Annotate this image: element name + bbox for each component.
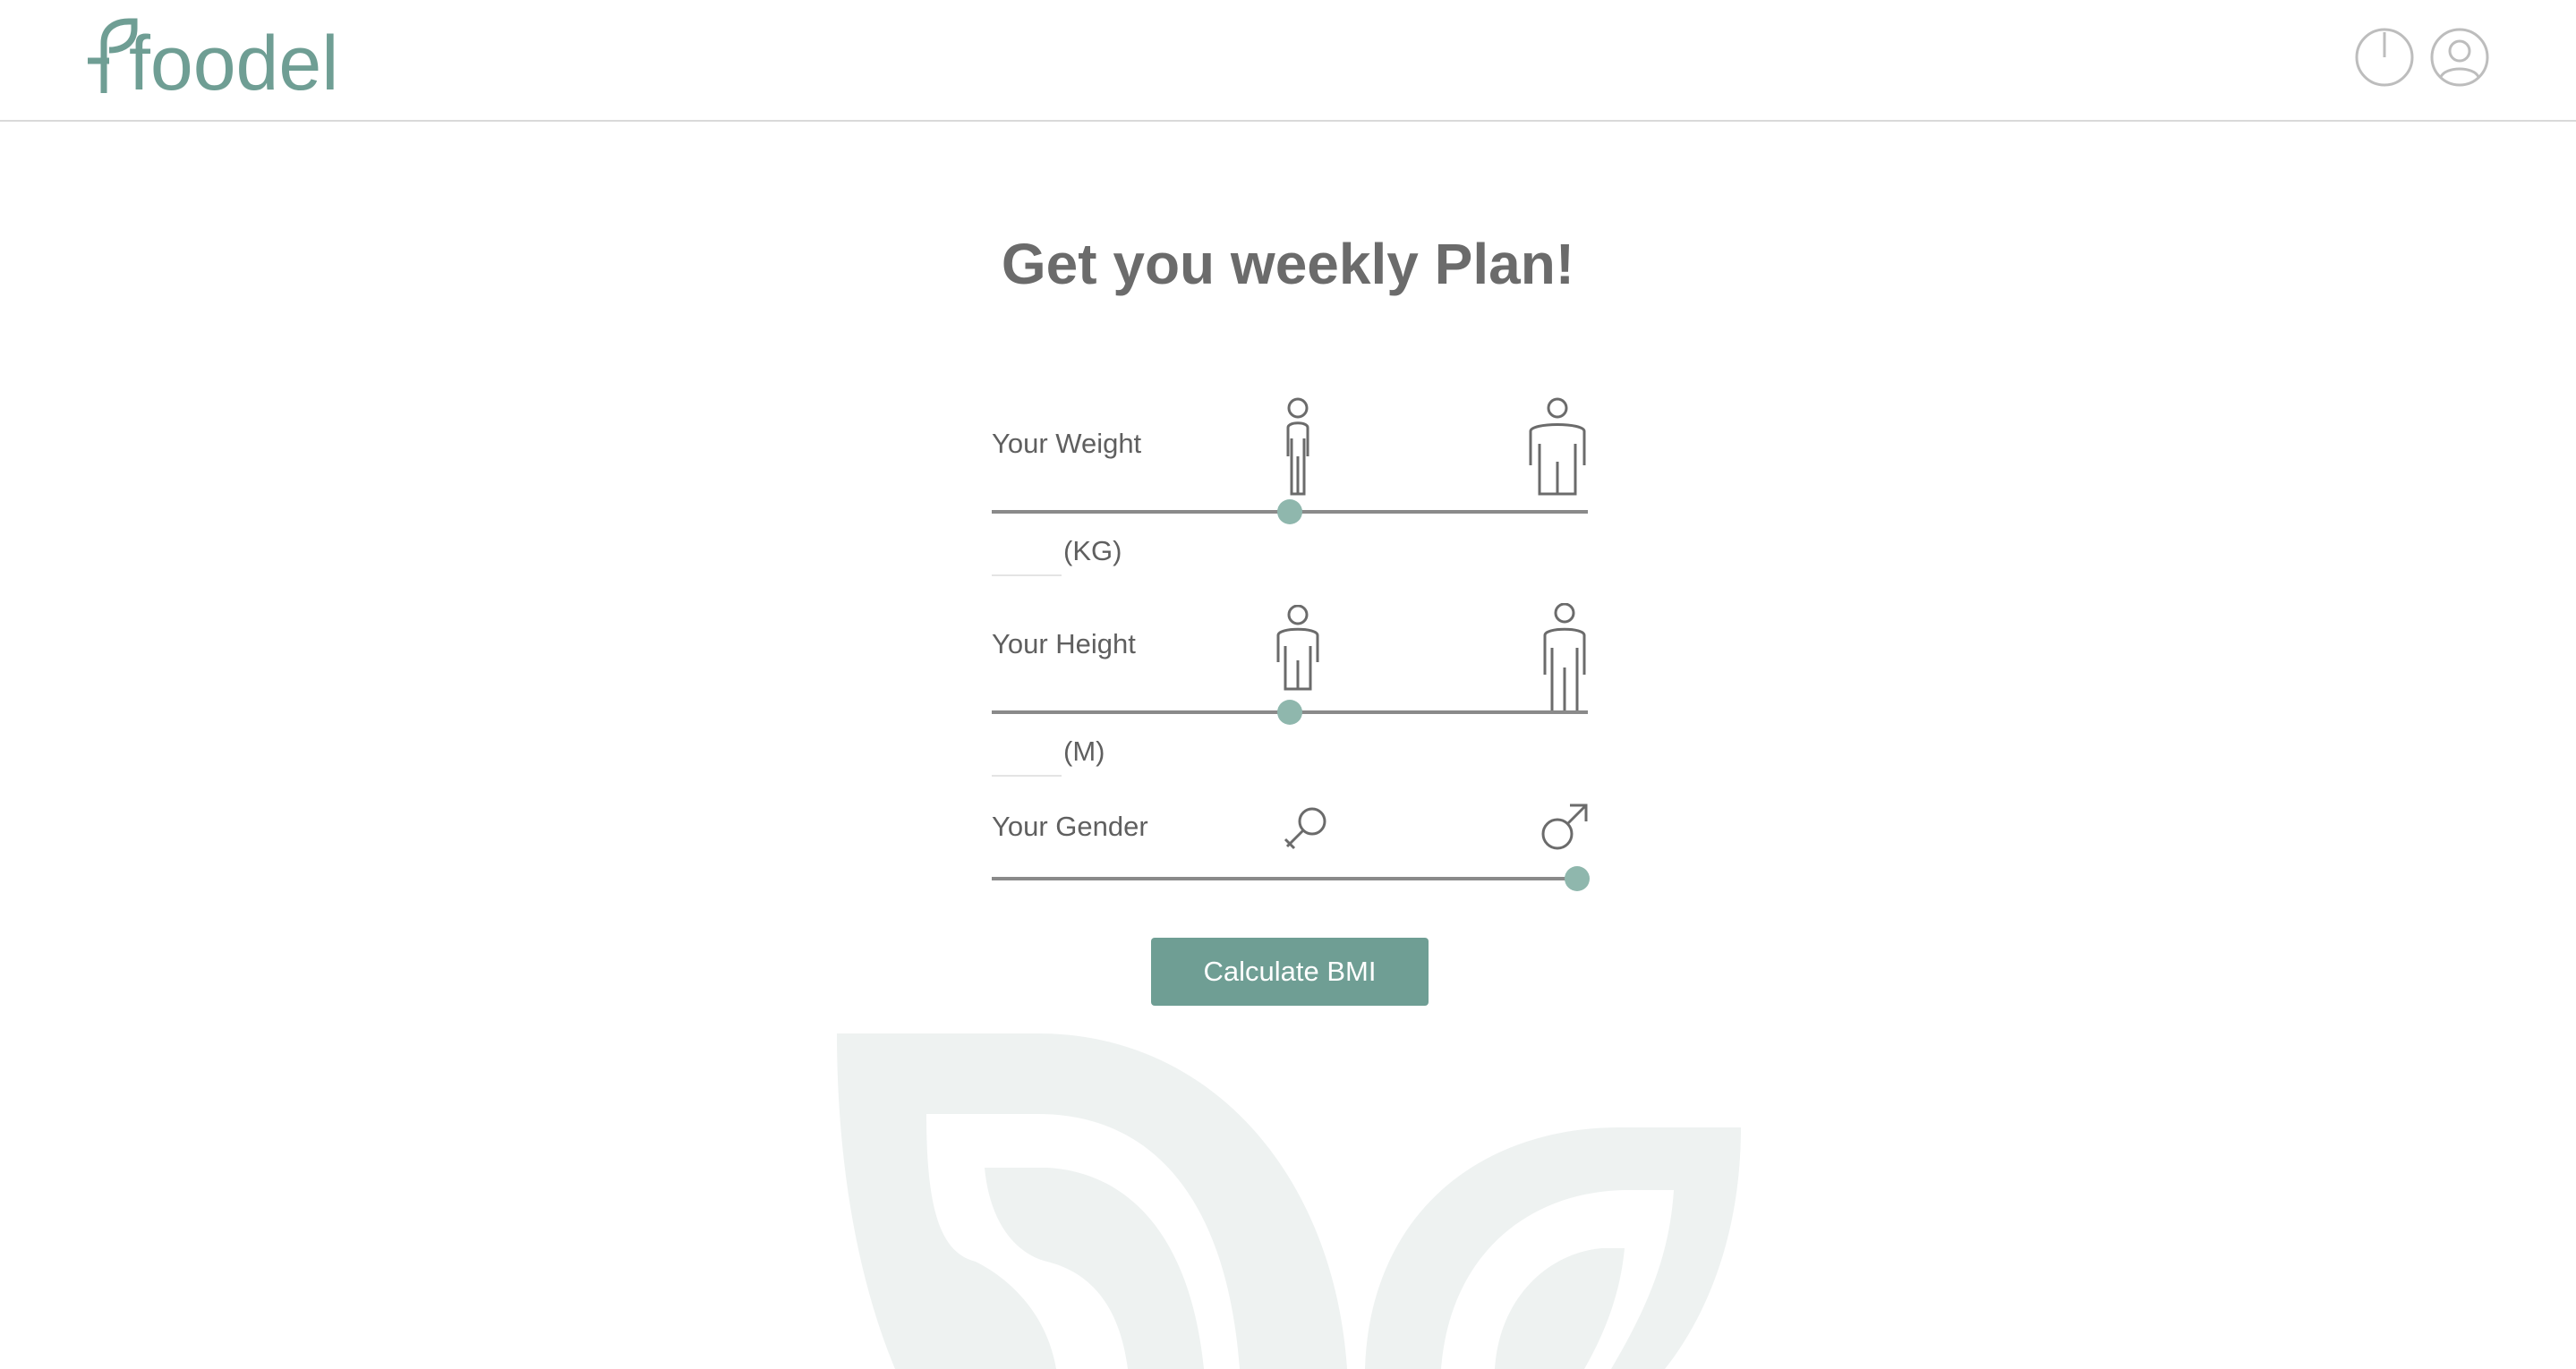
leaf-icon <box>88 18 138 93</box>
height-unit: (M) <box>1063 736 1105 767</box>
user-circle-icon[interactable] <box>2429 27 2490 88</box>
weight-input[interactable] <box>992 542 1062 576</box>
wide-person-icon <box>1529 397 1586 496</box>
gender-slider-track[interactable] <box>992 877 1588 880</box>
female-symbol-icon <box>1284 807 1326 850</box>
weight-label: Your Weight <box>992 428 1142 459</box>
height-label: Your Height <box>992 628 1136 659</box>
foodel-logo[interactable]: foodel <box>82 16 342 98</box>
male-symbol-icon <box>1541 804 1588 850</box>
weight-slider-thumb[interactable] <box>1277 499 1302 524</box>
logo-text: foodel <box>129 21 338 98</box>
calculate-bmi-button[interactable]: Calculate BMI <box>1151 938 1429 1006</box>
leaf-watermark-icon <box>837 1033 1741 1369</box>
power-icon[interactable] <box>2354 27 2415 88</box>
short-person-icon <box>1276 605 1319 691</box>
gender-slider-thumb[interactable] <box>1565 866 1590 891</box>
thin-person-icon <box>1286 397 1309 496</box>
height-input[interactable] <box>992 743 1062 777</box>
tall-person-icon <box>1543 603 1586 714</box>
weight-unit: (KG) <box>1063 535 1122 566</box>
page-title: Get you weekly Plan! <box>1001 232 1575 296</box>
gender-label: Your Gender <box>992 811 1148 842</box>
height-slider-thumb[interactable] <box>1277 700 1302 725</box>
top-bar: foodel <box>0 0 2576 122</box>
